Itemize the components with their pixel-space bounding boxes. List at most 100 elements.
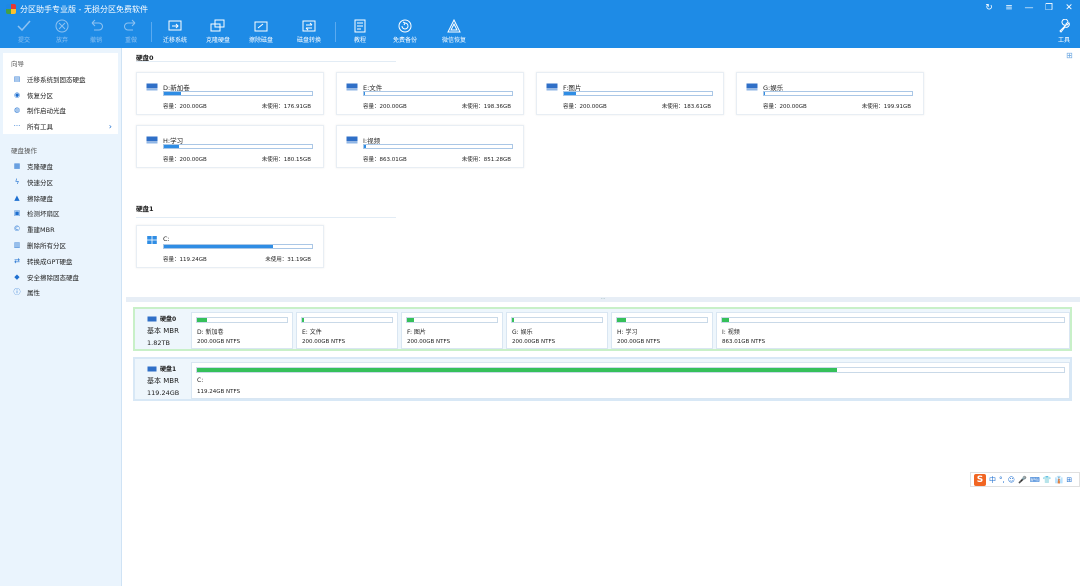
wizard-section: 向导 ▤ 迁移系统到固态硬盘 ◉ 恢复分区 ◍ 制作启动光盘 ··· 所有工具 … (3, 53, 118, 135)
sidebar-item-all-tools[interactable]: ··· 所有工具 › (3, 118, 118, 134)
sidebar-item-quick-partition[interactable]: ϟ 快速分区 (3, 174, 118, 190)
convert-disk-label: 磁盘转换 (296, 37, 321, 44)
usage-bar (363, 91, 513, 96)
sogou-logo-icon[interactable]: S (974, 473, 986, 486)
sidebar-item-rebuild-mbr[interactable]: © 重建MBR (3, 221, 118, 237)
sidebar-item-convert-gpt[interactable]: ⇄ 转换成GPT硬盘 (3, 253, 118, 269)
close-button[interactable]: ✕ (1064, 3, 1074, 13)
bad-sector-icon: ▣ (13, 209, 21, 218)
usage-bar-fill (364, 92, 366, 95)
migrate-os-icon (166, 18, 184, 33)
clone-disk-button[interactable]: 克隆硬盘 (198, 18, 238, 48)
disk-ops-heading: 硬盘操作 (11, 147, 37, 156)
sidebar-item-boot-disc[interactable]: ◍ 制作启动光盘 (3, 103, 118, 119)
sidebar-item-clone-disk[interactable]: ▦ 克隆硬盘 (3, 158, 118, 174)
tutorial-button[interactable]: 教程 (340, 18, 380, 48)
tools-button[interactable]: 工具 (1044, 18, 1080, 48)
ime-keyboard-icon[interactable]: ⌨ (1030, 476, 1040, 484)
disk-layout-view: 硬盘0 基本 MBR 1.82TB D: 新加卷 200.00GB NTFS E: … (126, 302, 1080, 586)
ime-voice-icon[interactable]: 🎤 (1018, 476, 1027, 484)
sidebar-item-secure-erase-ssd[interactable]: ◆ 安全擦除固态硬盘 (3, 269, 118, 285)
commit-button[interactable]: 提交 (4, 18, 44, 48)
clone-disk-icon (209, 18, 227, 33)
drive-icon (746, 83, 758, 91)
partition-free: 未使用：31.19GB (265, 257, 311, 263)
drive-icon (146, 83, 158, 91)
partition-block[interactable]: C: 119.24GB NTFS (191, 362, 1070, 399)
partition-usage-bar (196, 317, 288, 323)
partition-usage-bar (301, 317, 393, 323)
refresh-icon[interactable]: ↻ (984, 3, 994, 13)
info-icon: ⓘ (13, 288, 21, 297)
wrench-icon (1055, 18, 1073, 33)
sidebar-item-recover-partition[interactable]: ◉ 恢复分区 (3, 87, 118, 103)
partition-size: 863.01GB NTFS (722, 339, 766, 345)
partition-block[interactable]: I: 视频 863.01GB NTFS (716, 312, 1070, 349)
grid-view-icon[interactable]: ⊞ (1066, 52, 1074, 60)
sidebar-item-label: 快速分区 (27, 178, 53, 187)
redo-icon (122, 18, 140, 33)
partition-block[interactable]: F: 图片 200.00GB NTFS (401, 312, 503, 349)
disk0-size: 1.82TB (147, 339, 170, 347)
backup-label: 免费备份 (392, 37, 417, 44)
partition-block[interactable]: D: 新加卷 200.00GB NTFS (191, 312, 293, 349)
disk0-divider (136, 61, 396, 62)
restore-button[interactable]: ❐ (1044, 3, 1054, 13)
partition-usage-bar (721, 317, 1065, 323)
partition-card[interactable]: C: 容量：119.24GB 未使用：31.19GB (136, 225, 324, 268)
ime-toolbox-icon[interactable]: ⊞ (1066, 476, 1072, 484)
window-controls: ↻ ≡ — ❐ ✕ (984, 3, 1074, 13)
sidebar-item-delete-all-partitions[interactable]: ▥ 删除所有分区 (3, 237, 118, 253)
disk1-layout-row[interactable]: 硬盘1 基本 MBR 119.24GB C: 119.24GB NTFS (133, 357, 1072, 401)
partition-free: 未使用：199.91GB (861, 104, 911, 110)
ime-toolbar[interactable]: S 中 °, ☺ 🎤 ⌨ 👕 👔 ⊞ (970, 472, 1080, 487)
convert-disk-button[interactable]: 磁盘转换 (289, 18, 329, 48)
partition-block[interactable]: H: 学习 200.00GB NTFS (611, 312, 713, 349)
partition-card[interactable]: D:新加卷 容量：200.00GB 未使用：176.91GB (136, 72, 324, 115)
partition-card[interactable]: I:视频 容量：863.01GB 未使用：851.28GB (336, 125, 524, 168)
partition-card[interactable]: F:图片 容量：200.00GB 未使用：183.61GB (536, 72, 724, 115)
convert-disk-icon (300, 18, 318, 33)
partition-capacity: 容量：119.24GB (163, 257, 207, 263)
partition-label: D: 新加卷 (197, 329, 224, 336)
secure-erase-icon: ◆ (14, 272, 20, 281)
redo-button[interactable]: 重做 (111, 18, 151, 48)
partition-card[interactable]: G:娱乐 容量：200.00GB 未使用：199.91GB (736, 72, 924, 115)
ime-shirt-icon[interactable]: 👔 (1055, 476, 1064, 484)
disk1-heading: 硬盘1 (136, 205, 154, 213)
sidebar-item-label: 删除所有分区 (27, 242, 66, 251)
disk0-layout-row[interactable]: 硬盘0 基本 MBR 1.82TB D: 新加卷 200.00GB NTFS E: … (133, 307, 1072, 351)
sidebar-item-wipe-disk[interactable]: ▲ 擦除硬盘 (3, 190, 118, 206)
partition-capacity: 容量：200.00GB (163, 157, 207, 163)
sidebar-item-label: 属性 (27, 289, 40, 298)
sidebar-item-properties[interactable]: ⓘ 属性 (3, 285, 118, 301)
sidebar-item-bad-sector[interactable]: ▣ 检测坏扇区 (3, 206, 118, 222)
wechat-recovery-button[interactable]: 微信恢复 (434, 18, 474, 48)
ime-lang-toggle[interactable]: 中 (989, 475, 996, 485)
undo-button[interactable]: 撤销 (76, 18, 116, 48)
usage-bar-fill (564, 92, 577, 95)
convert-gpt-icon: ⇄ (14, 256, 20, 265)
migrate-icon: ▤ (13, 74, 21, 83)
minimize-button[interactable]: — (1024, 3, 1034, 13)
usage-bar-fill (164, 145, 179, 148)
ime-punctuation-icon[interactable]: °, (999, 476, 1005, 484)
migrate-os-button[interactable]: 迁移系统 (155, 18, 195, 48)
wipe-disk-button[interactable]: 擦除磁盘 (241, 18, 281, 48)
sidebar-item-label: 迁移系统到固态硬盘 (27, 75, 86, 84)
partition-block[interactable]: G: 娱乐 200.00GB NTFS (506, 312, 608, 349)
partition-label: C: (197, 377, 204, 384)
menu-icon[interactable]: ≡ (1004, 3, 1014, 13)
sidebar-item-migrate-ssd[interactable]: ▤ 迁移系统到固态硬盘 (3, 71, 118, 87)
drive-icon (346, 83, 358, 91)
partition-block[interactable]: E: 文件 200.00GB NTFS (296, 312, 398, 349)
partition-usage-bar (616, 317, 708, 323)
ime-emoji-icon[interactable]: ☺ (1008, 476, 1015, 484)
partition-usage-fill (407, 318, 415, 322)
partition-card[interactable]: E:文件 容量：200.00GB 未使用：198.36GB (336, 72, 524, 115)
ime-skin-icon[interactable]: 👕 (1043, 476, 1052, 484)
rebuild-mbr-icon: © (13, 225, 21, 234)
partition-card[interactable]: H:学习 容量：200.00GB 未使用：180.15GB (136, 125, 324, 168)
backup-button[interactable]: 免费备份 (385, 18, 425, 48)
usage-bar-fill (364, 145, 367, 148)
